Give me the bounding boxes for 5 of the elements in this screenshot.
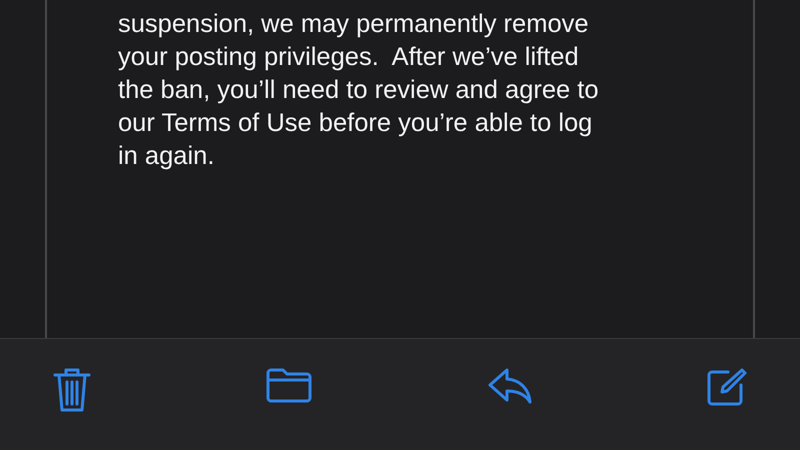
trash-icon[interactable] xyxy=(52,367,92,413)
reply-icon[interactable] xyxy=(486,367,533,405)
message-text: suspension, we may permanently remove your posting privileges. After we’ve lifted the ban, you’ll need to review and agree to our Terms of Use before you’re able to log in again. xyxy=(118,9,600,172)
compose-icon[interactable] xyxy=(706,367,748,407)
folder-icon[interactable] xyxy=(265,367,314,403)
